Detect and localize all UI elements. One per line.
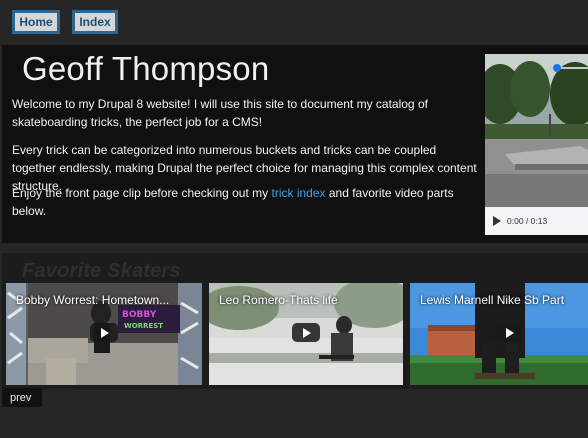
trick-index-link[interactable]: trick index: [271, 186, 325, 200]
prev-button[interactable]: prev: [2, 388, 42, 407]
svg-text:BOBBY: BOBBY: [122, 310, 157, 320]
index-button[interactable]: Index: [72, 10, 118, 34]
home-button[interactable]: Home: [12, 10, 60, 34]
video-controls: 0:00 / 0:13: [485, 207, 588, 235]
play-icon[interactable]: [493, 216, 501, 226]
page-title: Geoff Thompson: [22, 50, 270, 87]
play-icon[interactable]: [292, 323, 320, 342]
front-page-video[interactable]: 0:00 / 0:13: [485, 54, 588, 235]
enjoy-paragraph: Enjoy the front page clip before checkin…: [12, 184, 480, 220]
video-title: Lewis Marnell Nike Sb Part: [420, 293, 565, 307]
video-title: Leo Romero-Thats life: [219, 293, 338, 307]
video-scrub-handle[interactable]: [553, 64, 561, 72]
play-icon[interactable]: [495, 323, 523, 342]
play-icon[interactable]: [90, 323, 118, 342]
video-time: 0:00 / 0:13: [507, 216, 548, 226]
video-frame: [485, 54, 588, 207]
favorites-title: Favorite Skaters: [22, 260, 181, 282]
video-thumbnail[interactable]: Leo Romero-Thats life: [209, 283, 403, 385]
intro-paragraph: Welcome to my Drupal 8 website! I will u…: [12, 97, 428, 129]
video-thumbnail[interactable]: Lewis Marnell Nike Sb Part: [410, 283, 588, 385]
enjoy-text: Enjoy the front page clip before checkin…: [12, 186, 272, 200]
video-thumbnail[interactable]: BOBBY WORREST Bobby Worrest: Hometown...: [6, 283, 202, 385]
svg-text:WORREST: WORREST: [124, 322, 163, 330]
video-title: Bobby Worrest: Hometown...: [16, 293, 170, 307]
